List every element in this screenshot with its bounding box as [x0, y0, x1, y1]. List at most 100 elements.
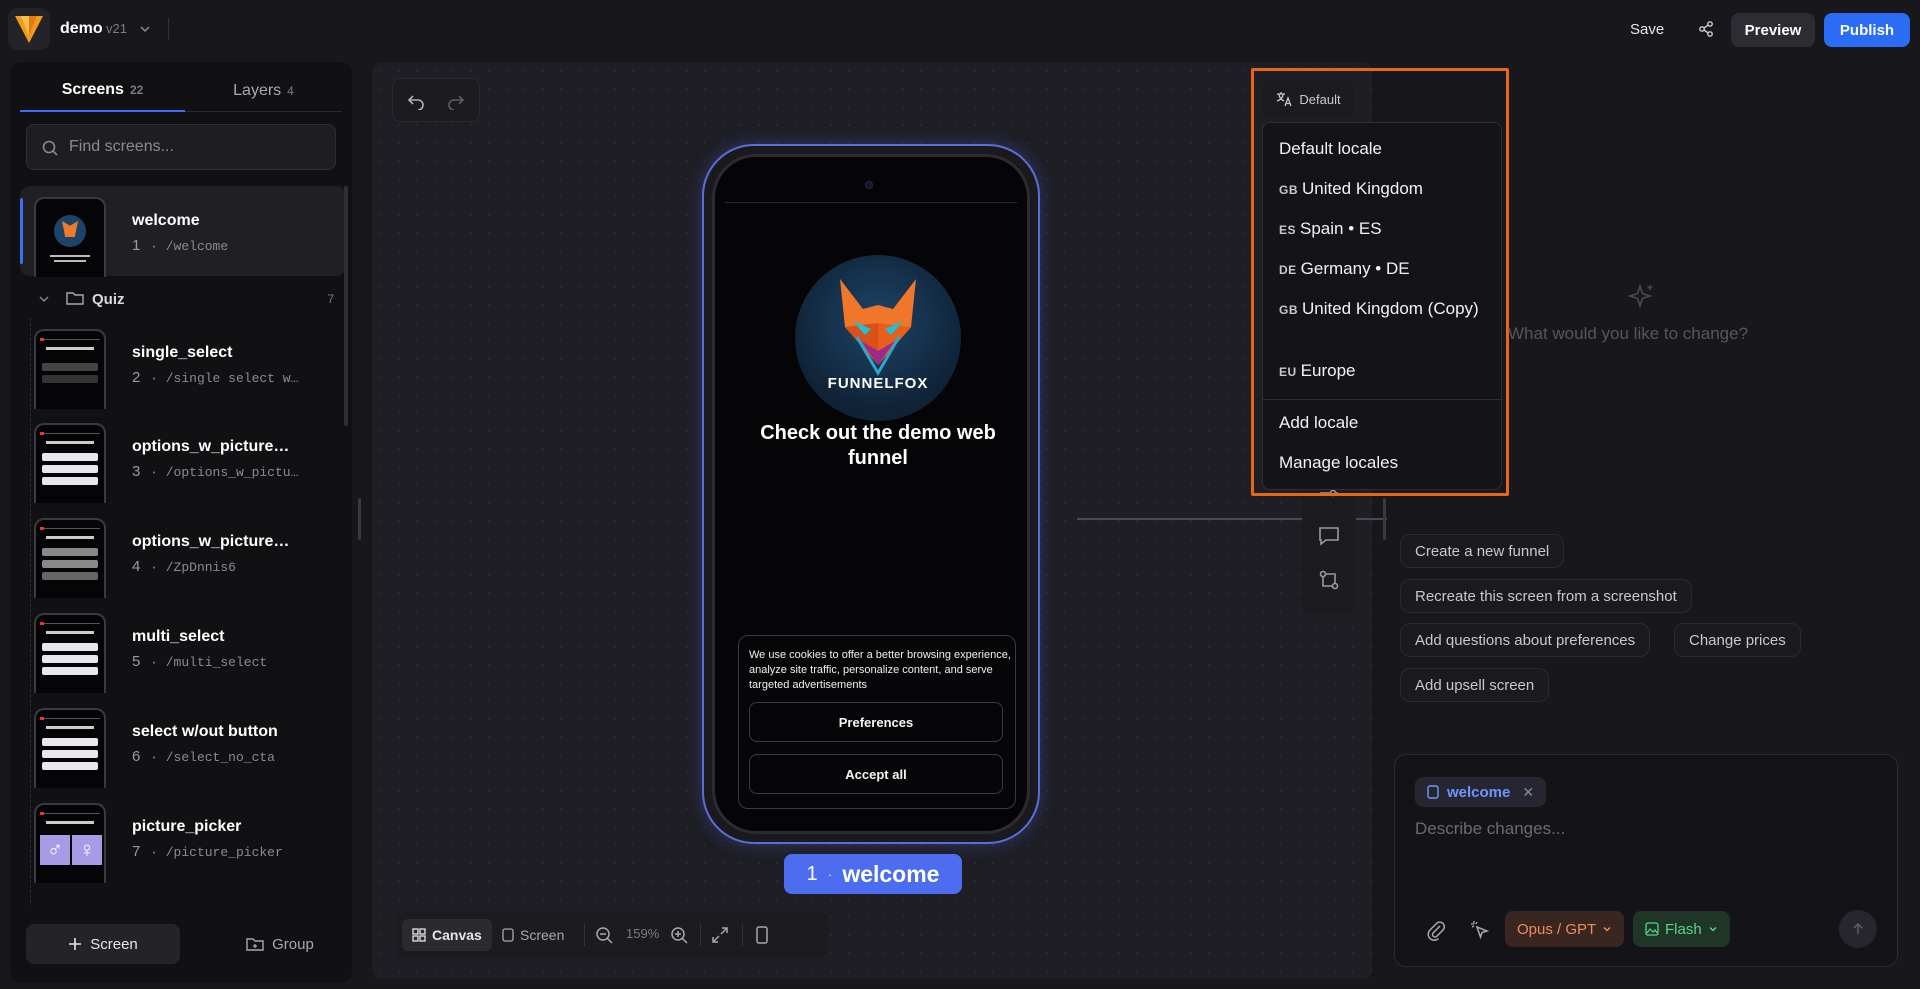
screen-item-welcome[interactable]: welcome 1 · /welcome [20, 186, 346, 277]
model-selector[interactable]: Opus / GPT [1505, 911, 1625, 947]
screen-item-options-w-pictures[interactable]: options_w_picture… 3 · /options_w_pictu… [20, 412, 346, 503]
screen-number: 7 [132, 843, 141, 860]
screen-list-scrollbar[interactable] [344, 186, 348, 426]
screen-number: 3 [132, 463, 141, 480]
screen-name: options_w_picture… [132, 533, 290, 550]
suggestion-chip[interactable]: Add questions about preferences [1400, 623, 1651, 657]
screen-path: 1 · /welcome [132, 237, 229, 254]
current-screen-label[interactable]: 1 · welcome [784, 854, 962, 894]
zoom-out-icon[interactable] [594, 925, 614, 945]
accept-all-button[interactable]: Accept all [749, 754, 1003, 794]
toolbar-divider [742, 924, 743, 946]
phone-icon [1427, 785, 1439, 799]
context-chip-label: welcome [1447, 783, 1511, 801]
redo-icon[interactable] [447, 92, 465, 110]
suggestion-chip[interactable]: Change prices [1674, 623, 1801, 657]
tab-screens[interactable]: Screens 22 [20, 70, 185, 112]
add-screen-button[interactable]: Screen [26, 924, 180, 964]
screen-item-options-w-pictures-2[interactable]: options_w_picture… 4 · /ZpDnnis6 [20, 507, 346, 598]
flash-selector[interactable]: Flash [1633, 911, 1730, 947]
app-name[interactable]: demo [60, 20, 103, 38]
publish-button[interactable]: Publish [1824, 13, 1910, 47]
zoom-in-icon[interactable] [669, 925, 689, 945]
canvas-mode-button[interactable]: Canvas [402, 919, 492, 951]
chevron-down-icon [1603, 927, 1611, 932]
toolbar-divider [700, 924, 701, 946]
funnelfox-logo: FUNNELFOX [795, 255, 961, 421]
phone-preview[interactable]: FUNNELFOX Check out the demo web funnel … [702, 144, 1040, 844]
screen-thumbnail [34, 197, 106, 277]
screen-item-multi-select[interactable]: multi_select 5 · /multi_select [20, 602, 346, 693]
paperclip-icon[interactable] [1425, 919, 1447, 941]
screen-thumbnail [34, 329, 106, 409]
screen-mode-button[interactable]: Screen [492, 919, 574, 951]
screen-path: 6 · /select_no_cta [132, 748, 275, 765]
chevron-down-icon[interactable] [138, 22, 152, 36]
sparkle-icon [1627, 283, 1653, 309]
add-screen-label: Screen [90, 935, 138, 953]
screen-mode-label: Screen [520, 927, 565, 943]
screen-number: 1 [132, 237, 141, 254]
suggestion-chip[interactable]: Recreate this screen from a screenshot [1400, 579, 1692, 613]
chevron-down-icon[interactable] [38, 293, 50, 305]
suggestion-chip[interactable]: Create a new funnel [1400, 534, 1565, 568]
canvas-mode-label: Canvas [432, 927, 482, 943]
tab-layers[interactable]: Layers 4 [185, 70, 342, 112]
screen-path-text: /options_w_pictu… [165, 465, 299, 480]
screen-number: 2 [132, 369, 141, 386]
suggestion-chip[interactable]: Add upsell screen [1400, 668, 1550, 702]
share-button[interactable] [1692, 15, 1720, 43]
screen-name: single_select [132, 344, 233, 361]
ai-composer: welcome ✕ Opus / GPT Flash [1394, 754, 1898, 967]
close-icon[interactable]: ✕ [1522, 784, 1534, 801]
screen-path-text: /select_no_cta [165, 750, 275, 765]
group-name: Quiz [92, 291, 125, 308]
preview-button[interactable]: Preview [1731, 13, 1815, 47]
screen-number: 6 [132, 748, 141, 765]
group-quiz[interactable]: Quiz 7 [20, 282, 346, 318]
screen-path: 4 · /ZpDnnis6 [132, 558, 236, 575]
screen-name: options_w_picture… [132, 438, 290, 455]
search-input[interactable] [69, 125, 329, 169]
group-count: 7 [327, 292, 334, 306]
grid-icon [412, 928, 426, 942]
save-button[interactable]: Save [1620, 14, 1674, 44]
preferences-button[interactable]: Preferences [749, 702, 1003, 742]
cookie-banner: We use cookies to offer a better browsin… [738, 635, 1016, 809]
screen-name: picture_picker [132, 818, 242, 835]
highlight-box [1251, 68, 1509, 496]
logo-icon [15, 16, 43, 43]
branch-icon[interactable] [1317, 568, 1341, 592]
context-chip[interactable]: welcome ✕ [1415, 777, 1547, 807]
screen-path: 3 · /options_w_pictu… [132, 463, 299, 480]
screen-path-text: /ZpDnnis6 [165, 560, 236, 575]
search-box [26, 124, 336, 170]
panel-resize-handle[interactable] [1383, 498, 1386, 540]
comment-icon[interactable] [1317, 524, 1341, 548]
panel-resize-handle[interactable] [358, 498, 361, 540]
screen-name: multi_select [132, 628, 225, 645]
screen-item-select-no-cta[interactable]: select w/out button 6 · /select_no_cta [20, 697, 346, 788]
share-icon [1699, 21, 1713, 37]
image-icon [1645, 922, 1659, 936]
screen-path-text: /picture_picker [165, 845, 283, 860]
magic-cursor-icon[interactable] [1469, 919, 1491, 941]
folder-icon [66, 292, 84, 305]
toolbar-divider [584, 924, 585, 946]
device-icon[interactable] [752, 925, 772, 945]
screen-thumbnail [34, 423, 106, 503]
screen-item-picture-picker[interactable]: ♂ ♀ picture_picker 7 · /picture_picker [20, 792, 346, 883]
add-group-label: Group [272, 935, 314, 953]
undo-icon[interactable] [407, 92, 425, 110]
fit-screen-icon[interactable] [710, 925, 730, 945]
screen-path: 2 · /single select w… [132, 369, 299, 386]
describe-changes-input[interactable] [1415, 819, 1875, 879]
screen-path-text: /single select w… [165, 371, 299, 386]
add-group-button[interactable]: Group [220, 924, 340, 964]
app-logo[interactable] [8, 8, 50, 50]
send-button[interactable] [1839, 910, 1877, 948]
phone-icon [502, 928, 514, 942]
screen-item-single-select[interactable]: single_select 2 · /single select w… [20, 318, 346, 409]
canvas[interactable]: FUNNELFOX Check out the demo web funnel … [372, 62, 1387, 979]
screen-list: welcome 1 · /welcome Quiz 7 single_selec… [20, 186, 346, 906]
